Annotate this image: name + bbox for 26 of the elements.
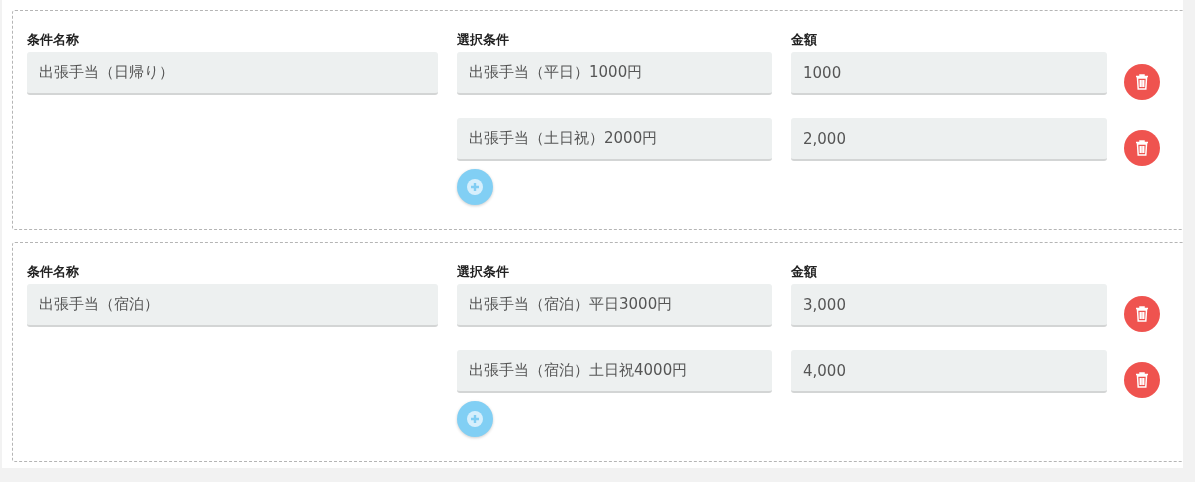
plus-icon (467, 411, 483, 427)
delete-button[interactable] (1124, 129, 1160, 166)
condition-field[interactable]: 出張手当（宿泊）土日祝4000円 (457, 350, 772, 393)
field-label: 金額 (791, 263, 818, 281)
amount-field[interactable]: 3,000 (791, 284, 1107, 327)
delete-button[interactable] (1124, 295, 1160, 332)
amount-field[interactable]: 2,000 (791, 118, 1107, 161)
trash-icon (1135, 139, 1149, 156)
trash-icon (1135, 73, 1149, 90)
condition-field[interactable]: 出張手当（宿泊）平日3000円 (457, 284, 772, 327)
condition-field[interactable]: 出張手当（土日祝）2000円 (457, 118, 772, 161)
trash-icon (1135, 305, 1149, 322)
name-field[interactable]: 出張手当（宿泊） (27, 284, 438, 327)
name-field[interactable]: 出張手当（日帰り） (27, 52, 438, 95)
field-label: 金額 (791, 31, 818, 49)
delete-button[interactable] (1124, 361, 1160, 398)
field-label: 選択条件 (457, 263, 510, 281)
amount-field[interactable]: 4,000 (791, 350, 1107, 393)
condition-field[interactable]: 出張手当（平日）1000円 (457, 52, 772, 95)
field-label: 選択条件 (457, 31, 510, 49)
amount-field[interactable]: 1000 (791, 52, 1107, 95)
plus-icon (467, 179, 483, 195)
field-label: 条件名称 (27, 263, 80, 281)
field-label: 条件名称 (27, 31, 80, 49)
delete-button[interactable] (1124, 63, 1160, 100)
trash-icon (1135, 371, 1149, 388)
